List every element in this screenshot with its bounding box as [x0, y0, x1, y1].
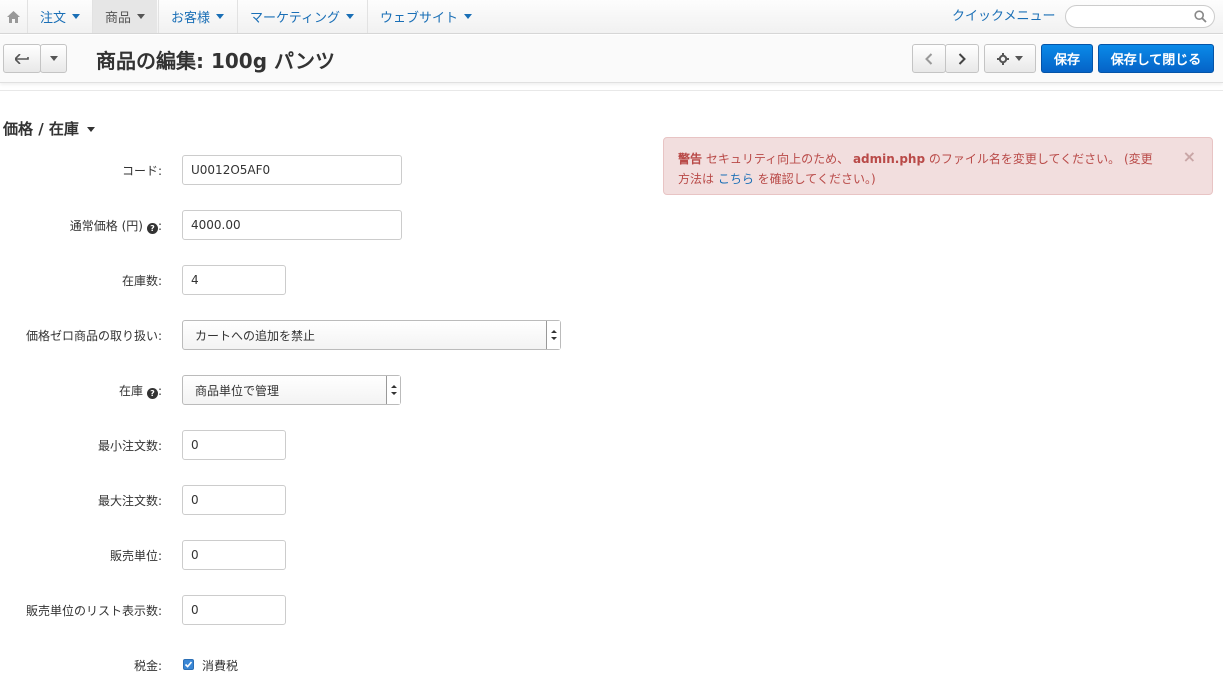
tax-checkbox[interactable]	[183, 659, 194, 670]
settings-dropdown-button[interactable]	[984, 44, 1036, 73]
stock-label: 在庫数:	[121, 274, 162, 288]
top-nav: 注文 商品 お客様 マーケティング ウェブサイト クイックメニュー	[0, 0, 1223, 34]
menu-products[interactable]: 商品	[92, 0, 158, 33]
caret-down-icon	[464, 14, 473, 19]
save-and-close-button[interactable]: 保存して閉じる	[1098, 44, 1214, 73]
max-qty-input[interactable]: 0	[182, 485, 286, 515]
warning-alert: 警告 セキュリティ向上のため、 admin.php のファイル名を変更してくださ…	[663, 137, 1213, 195]
code-label: コード:	[121, 164, 162, 178]
gear-icon	[997, 52, 1009, 65]
page-title: 商品の編集: 100g パンツ	[96, 49, 335, 73]
check-icon	[184, 661, 193, 668]
save-button[interactable]: 保存	[1041, 44, 1093, 73]
tax-option-label[interactable]: 消費税	[202, 657, 238, 674]
tax-label: 税金:	[133, 659, 162, 673]
prev-button[interactable]	[912, 44, 946, 73]
min-qty-label: 最小注文数:	[97, 439, 162, 453]
price-input[interactable]: 4000.00	[182, 210, 402, 240]
caret-down-icon	[86, 127, 95, 132]
stock-input[interactable]: 4	[182, 265, 286, 295]
next-button[interactable]	[945, 44, 979, 73]
caret-down-icon	[345, 14, 354, 19]
caret-down-icon	[72, 14, 81, 19]
search-input[interactable]	[1065, 5, 1215, 28]
chevron-left-icon	[925, 52, 933, 65]
caret-down-icon	[49, 56, 58, 61]
home-icon[interactable]	[0, 0, 26, 33]
zero-price-select[interactable]: カートへの追加を禁止	[182, 320, 561, 350]
help-icon[interactable]: ?	[146, 388, 158, 399]
back-dropdown-button[interactable]	[40, 44, 67, 73]
min-qty-input[interactable]: 0	[182, 430, 286, 460]
unit-label: 販売単位:	[109, 549, 162, 563]
caret-down-icon	[137, 14, 146, 19]
zero-price-label: 価格ゼロ商品の取り扱い:	[25, 329, 162, 343]
quick-menu-link[interactable]: クイックメニュー	[952, 0, 1055, 33]
inventory-label: 在庫?:	[118, 384, 162, 399]
menu-website[interactable]: ウェブサイト	[367, 0, 484, 33]
alert-link[interactable]: こちら	[718, 172, 754, 186]
select-arrow-icon	[546, 321, 560, 349]
menu-customers[interactable]: お客様	[158, 0, 236, 33]
chevron-right-icon	[958, 52, 966, 65]
section-title[interactable]: 価格 / 在庫	[3, 118, 95, 139]
max-qty-label: 最大注文数:	[97, 494, 162, 508]
list-unit-input[interactable]: 0	[182, 595, 286, 625]
back-button[interactable]	[3, 44, 41, 73]
list-unit-label: 販売単位のリスト表示数:	[25, 604, 162, 618]
menu-marketing[interactable]: マーケティング	[237, 0, 366, 33]
close-icon[interactable]: ×	[1183, 147, 1196, 167]
divider	[0, 90, 1223, 91]
toolbar: 商品の編集: 100g パンツ 保存 保存して閉じる	[0, 35, 1223, 83]
select-arrow-icon	[386, 376, 400, 404]
caret-down-icon	[216, 14, 225, 19]
caret-down-icon	[1015, 56, 1023, 61]
code-input[interactable]: U0012O5AF0	[182, 155, 402, 185]
menu-orders[interactable]: 注文	[27, 0, 92, 33]
unit-input[interactable]: 0	[182, 540, 286, 570]
help-icon[interactable]: ?	[146, 223, 158, 234]
search-icon	[1194, 10, 1207, 23]
back-arrow-icon	[14, 53, 29, 64]
price-label: 通常価格 (円)?:	[69, 219, 162, 234]
inventory-select[interactable]: 商品単位で管理	[182, 375, 401, 405]
